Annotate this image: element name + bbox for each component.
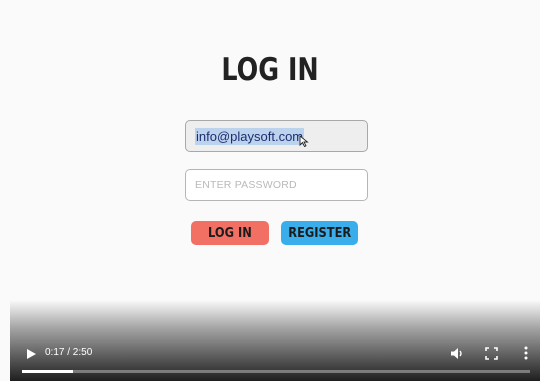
fullscreen-icon[interactable] xyxy=(485,347,498,360)
page-title: LOG IN xyxy=(221,52,319,88)
video-frame: LOG IN info@playsoft.com ENTER PASSWORD … xyxy=(0,0,540,381)
time-display: 0:17 / 2:50 xyxy=(45,347,93,358)
email-field[interactable]: info@playsoft.com xyxy=(185,120,368,152)
text-cursor-icon xyxy=(299,135,309,147)
progress-bar[interactable] xyxy=(22,370,530,373)
password-field[interactable]: ENTER PASSWORD xyxy=(185,169,368,201)
login-button-label: LOG IN xyxy=(208,225,252,241)
volume-icon[interactable] xyxy=(450,347,464,360)
play-icon[interactable] xyxy=(27,349,36,359)
login-button[interactable]: LOG IN xyxy=(191,221,269,245)
register-button-label: REGISTER xyxy=(288,225,351,241)
video-controls: 0:17 / 2:50 xyxy=(10,340,540,381)
more-vertical-icon[interactable] xyxy=(524,346,528,360)
progress-fill xyxy=(22,370,73,373)
register-button[interactable]: REGISTER xyxy=(281,221,358,245)
email-value: info@playsoft.com xyxy=(195,127,305,145)
password-placeholder: ENTER PASSWORD xyxy=(195,179,297,191)
